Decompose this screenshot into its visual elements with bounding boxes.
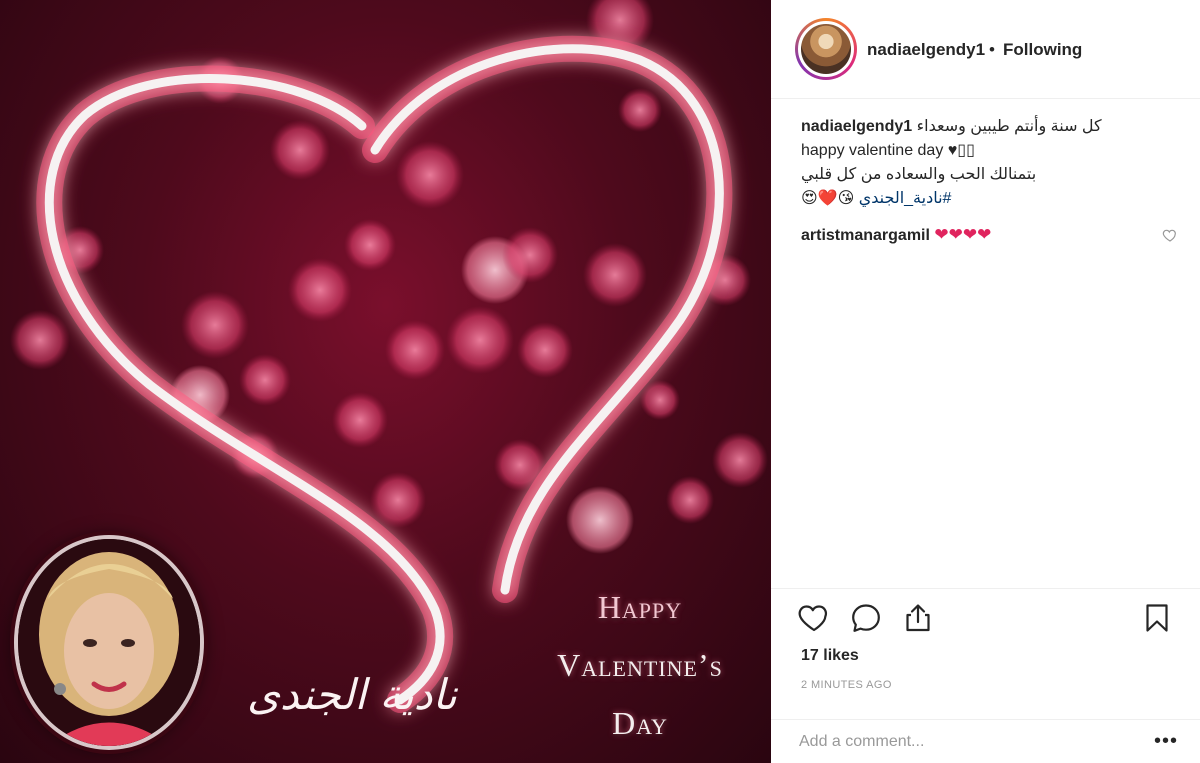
caption-username[interactable]: nadiaelgendy1	[801, 118, 912, 135]
signature-text: نادية الجندى	[247, 670, 458, 719]
happy-text: Happy	[597, 589, 683, 625]
following-button[interactable]: Following	[1003, 40, 1082, 60]
comment-icon[interactable]	[849, 601, 883, 635]
hashtag-link[interactable]: #نادية_الجندي	[859, 190, 952, 207]
caption-line-2: happy valentine day ♥▯▯	[801, 142, 975, 159]
caption-text-1: كل سنة وأنتم طيبين وسعداء	[916, 118, 1102, 135]
post-header: nadiaelgendy1 • Following	[771, 0, 1200, 99]
comment-item: artistmanargamil ❤❤❤❤	[801, 223, 1176, 248]
add-comment-bar: •••	[771, 719, 1200, 763]
share-icon[interactable]	[901, 601, 935, 635]
timestamp[interactable]: 2 MINUTES AGO	[801, 679, 892, 691]
bookmark-icon[interactable]	[1140, 601, 1174, 635]
comment-text: ❤❤❤❤	[934, 225, 992, 244]
separator-dot: •	[989, 40, 995, 59]
caption-emojis: 😘❤️😍	[801, 190, 855, 207]
comment-input[interactable]	[799, 730, 1119, 754]
caption-line-3: بتمنالك الحب والسعاده من كل قلبي	[801, 166, 1037, 183]
heart-icon[interactable]	[797, 601, 831, 635]
comments-section: nadiaelgendy1 كل سنة وأنتم طيبين وسعداء …	[801, 115, 1176, 248]
signature-script: نادية الجندى	[222, 655, 482, 735]
valentines-word: Valentine’s	[557, 647, 723, 683]
avatar-image[interactable]	[798, 21, 854, 77]
post-sidebar: nadiaelgendy1 • Following nadiaelgendy1 …	[771, 0, 1200, 763]
comment-username[interactable]: artistmanargamil	[801, 227, 930, 244]
username-link[interactable]: nadiaelgendy1	[867, 40, 985, 60]
caption: nadiaelgendy1 كل سنة وأنتم طيبين وسعداء …	[801, 115, 1171, 211]
actions-bar: 17 likes 2 MINUTES AGO •••	[771, 588, 1200, 763]
more-options-icon[interactable]: •••	[1154, 731, 1178, 751]
caption-line-1: nadiaelgendy1 كل سنة وأنتم طيبين وسعداء	[801, 115, 1171, 139]
comment-heart-icon[interactable]	[1162, 227, 1178, 243]
valentines-text: Happy Valentine’s Day	[520, 578, 760, 752]
avatar[interactable]	[795, 18, 857, 80]
day-text: Day	[612, 705, 668, 741]
portrait-photo	[14, 535, 204, 750]
caption-line-4: #نادية_الجندي 😘❤️😍	[801, 187, 1171, 211]
post-image[interactable]: نادية الجندى Happy Valentine’s Day	[0, 0, 771, 763]
likes-count[interactable]: 17 likes	[801, 647, 859, 665]
